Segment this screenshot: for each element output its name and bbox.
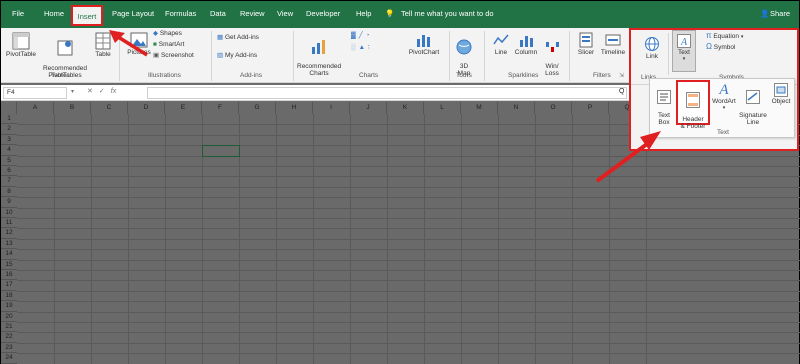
excel-window: File Home Insert Page Layout Formulas Da…	[0, 0, 800, 364]
arrow-to-header-footer	[595, 131, 661, 183]
annotation-arrows	[109, 30, 661, 183]
arrow-to-insert-tab	[109, 30, 148, 57]
